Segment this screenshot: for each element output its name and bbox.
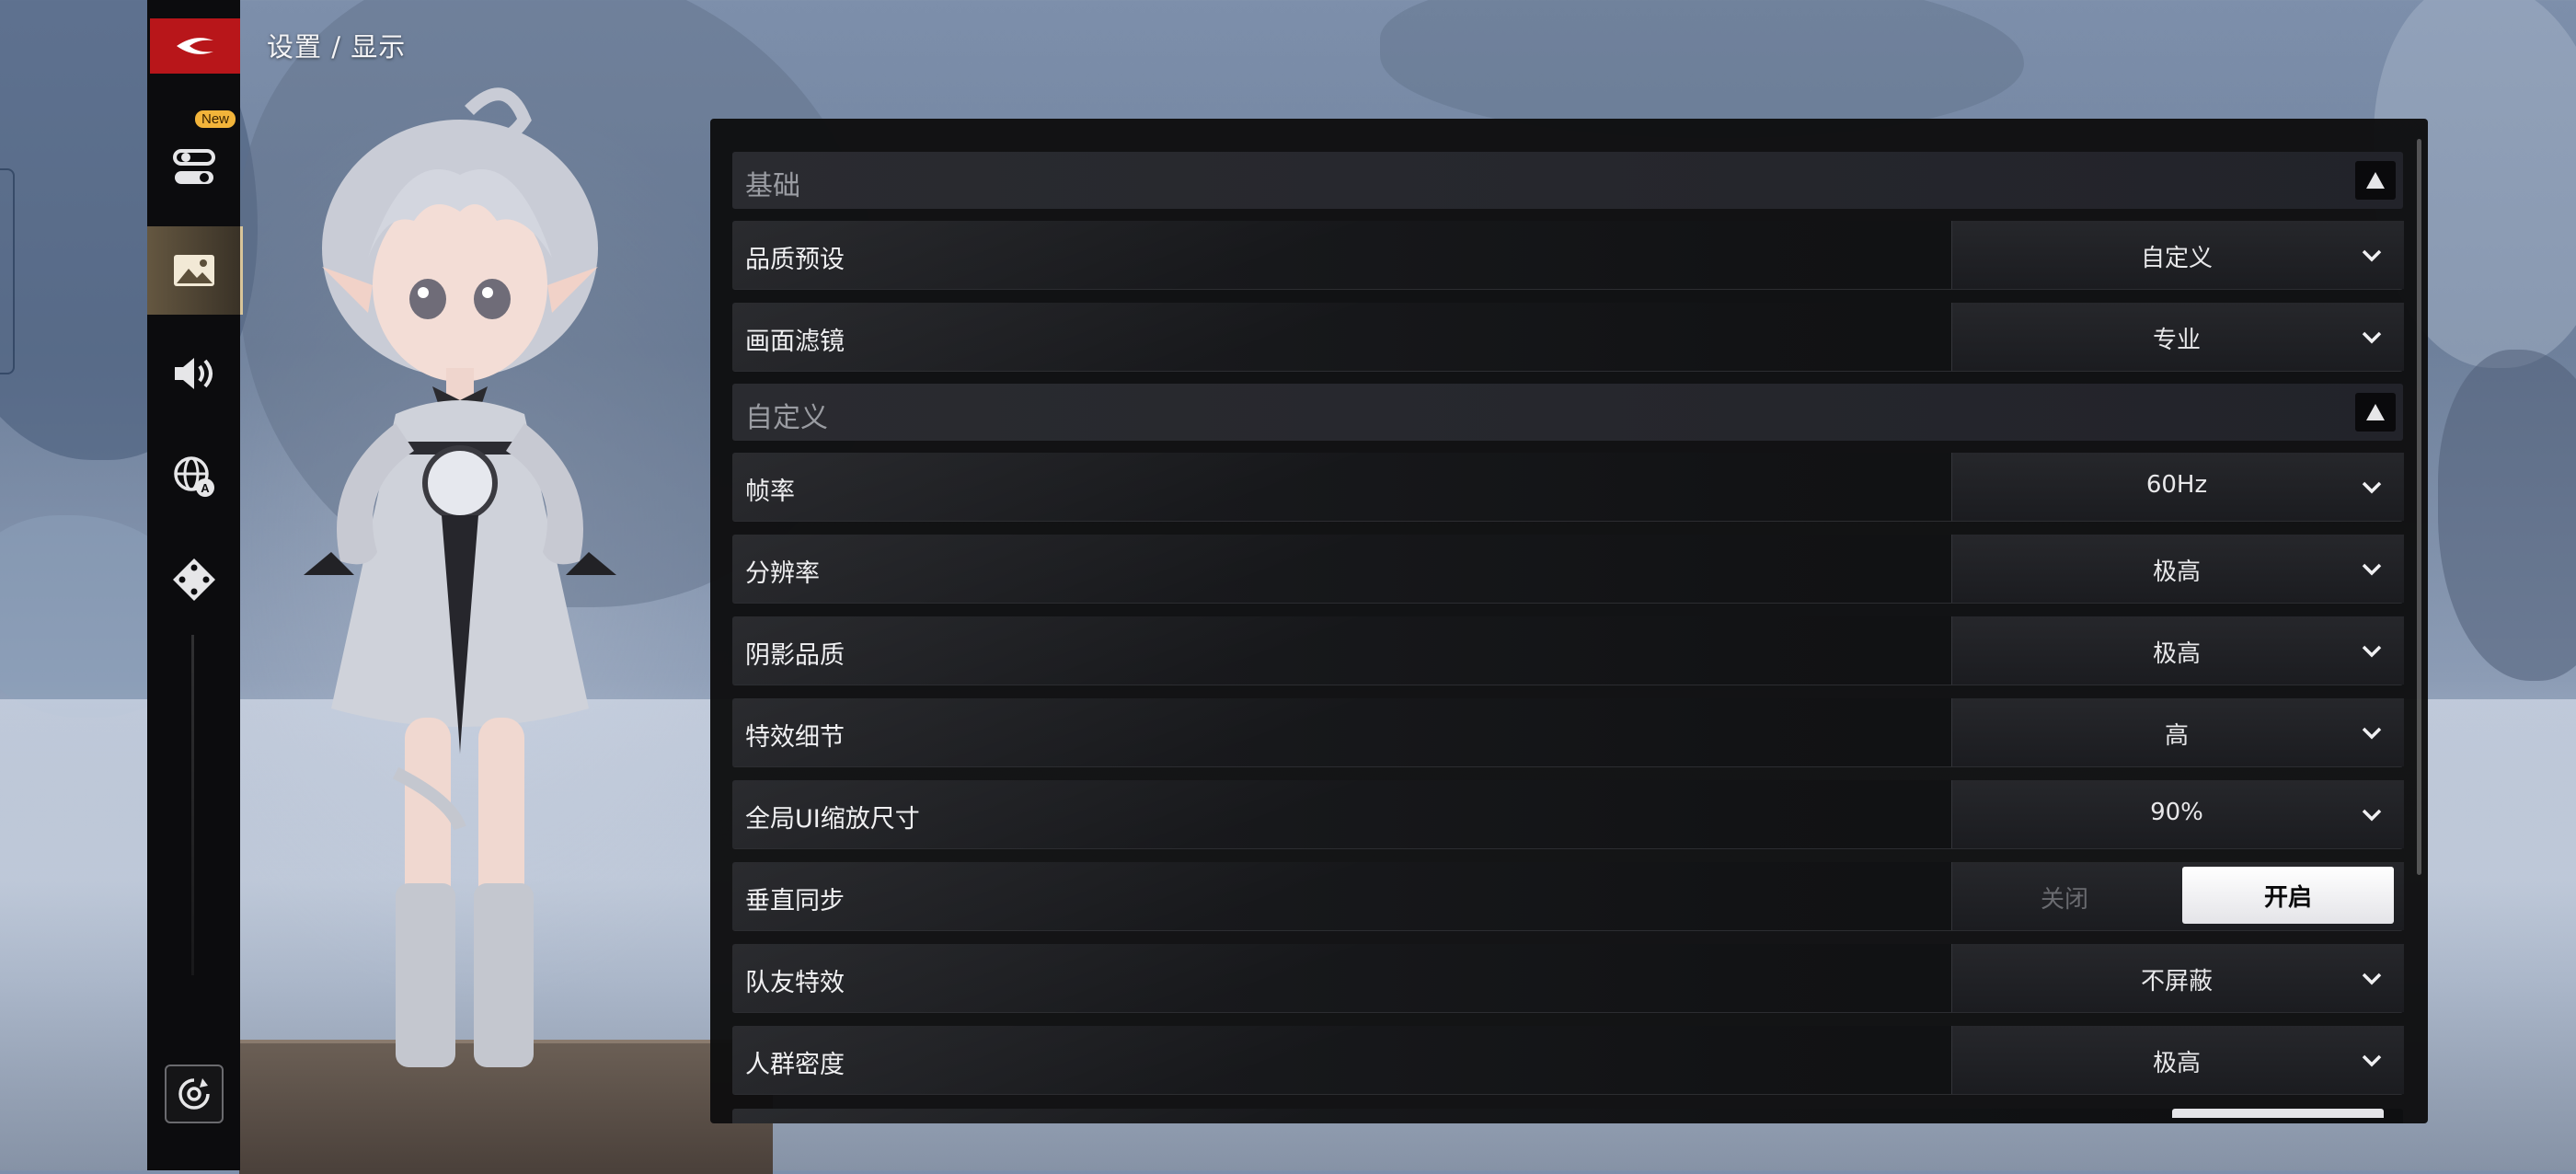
resolution-dropdown[interactable]: 极高 — [1951, 535, 2404, 603]
dropdown-value: 自定义 — [2140, 245, 2213, 272]
setting-row-shadow-quality: 阴影品质 极高 — [732, 616, 2404, 685]
screen-filter-dropdown[interactable]: 专业 — [1951, 303, 2404, 371]
setting-row-crowd-density: 人群密度 极高 — [732, 1026, 2404, 1095]
chevron-down-icon — [2362, 973, 2382, 985]
sidebar-item-general[interactable]: New — [147, 110, 240, 212]
setting-label: 分辨率 — [745, 559, 820, 588]
collapse-button[interactable] — [2355, 161, 2396, 200]
setting-label: 画面滤镜 — [745, 328, 845, 356]
game-logo-icon — [177, 38, 213, 54]
setting-row-ui-scale: 全局UI缩放尺寸 90% — [732, 780, 2404, 849]
setting-row-screen-filter: 画面滤镜 专业 — [732, 303, 2404, 372]
effects-detail-dropdown[interactable]: 高 — [1951, 698, 2404, 766]
quality-preset-dropdown[interactable]: 自定义 — [1951, 221, 2404, 289]
setting-row-partial — [732, 1109, 2403, 1123]
setting-row-teammate-effects: 队友特效 不屏蔽 — [732, 944, 2404, 1013]
character-figure — [304, 87, 616, 1067]
svg-text:A: A — [201, 481, 210, 495]
dropdown-value: 不屏蔽 — [2140, 968, 2213, 996]
dropdown-value: 极高 — [2152, 640, 2201, 668]
partial-toggle[interactable] — [2172, 1109, 2384, 1118]
edge-tab[interactable] — [0, 168, 15, 374]
collapse-button[interactable] — [2355, 393, 2396, 432]
chevron-down-icon — [2362, 331, 2382, 344]
section-title: 自定义 — [745, 402, 828, 434]
dropdown-value: 极高 — [2152, 1050, 2201, 1077]
dropdown-value: 专业 — [2152, 327, 2201, 354]
settings-sidebar: New A — [147, 0, 243, 1170]
chevron-down-icon — [2362, 563, 2382, 576]
setting-label: 全局UI缩放尺寸 — [745, 805, 920, 834]
section-title: 基础 — [745, 170, 800, 202]
setting-label: 品质预设 — [745, 246, 845, 274]
chevron-down-icon — [2362, 1054, 2382, 1067]
vsync-on-option[interactable]: 开启 — [2182, 867, 2394, 924]
setting-row-quality-preset: 品质预设 自定义 — [732, 221, 2404, 290]
globe-language-icon: A — [173, 456, 214, 497]
shadow-quality-dropdown[interactable]: 极高 — [1951, 616, 2404, 685]
sidebar-item-language[interactable]: A — [147, 432, 240, 521]
sidebar-item-audio[interactable] — [147, 329, 240, 418]
reset-button[interactable] — [165, 1065, 224, 1123]
section-custom: 自定义 — [732, 384, 2403, 441]
vsync-off-option[interactable]: 关闭 — [1952, 880, 2177, 915]
sidebar-item-display[interactable] — [147, 226, 243, 315]
triangle-up-icon — [2366, 404, 2385, 420]
ui-scale-dropdown[interactable]: 90% — [1951, 780, 2404, 848]
setting-row-effects-detail: 特效细节 高 — [732, 698, 2404, 767]
setting-label: 特效细节 — [745, 723, 845, 752]
setting-row-resolution: 分辨率 极高 — [732, 535, 2404, 604]
toggles-icon — [172, 149, 215, 184]
crowd-density-dropdown[interactable]: 极高 — [1951, 1026, 2404, 1094]
settings-panel: 基础 品质预设 自定义 画面滤镜 专业 自定义 帧率 60Hz 分辨率 极高 阴… — [710, 119, 2428, 1123]
dropdown-value: 极高 — [2152, 558, 2201, 586]
chevron-down-icon — [2362, 727, 2382, 740]
chevron-down-icon — [2362, 645, 2382, 658]
vsync-toggle: 关闭 开启 — [1951, 862, 2404, 930]
setting-label: 队友特效 — [745, 969, 845, 997]
gamepad-dpad-icon — [172, 558, 215, 601]
setting-label: 阴影品质 — [745, 641, 845, 670]
teammate-effects-dropdown[interactable]: 不屏蔽 — [1951, 944, 2404, 1012]
chevron-down-icon — [2362, 809, 2382, 822]
section-basic: 基础 — [732, 152, 2403, 209]
sidebar-scroll-track — [191, 635, 194, 975]
setting-row-frame-rate: 帧率 60Hz — [732, 453, 2404, 522]
frame-rate-dropdown[interactable]: 60Hz — [1951, 453, 2404, 521]
back-logo-button[interactable] — [150, 18, 240, 74]
setting-label: 人群密度 — [745, 1051, 845, 1079]
dropdown-value: 60Hz — [2145, 471, 2208, 499]
speaker-icon — [174, 358, 213, 389]
image-icon — [173, 255, 214, 286]
chevron-down-icon — [2362, 481, 2382, 494]
sidebar-item-controls[interactable] — [147, 535, 240, 624]
setting-label: 垂直同步 — [745, 887, 845, 915]
dropdown-value: 90% — [2150, 799, 2203, 826]
triangle-up-icon — [2366, 172, 2385, 189]
setting-label: 帧率 — [745, 478, 795, 506]
panel-scrollbar[interactable] — [2417, 139, 2421, 875]
chevron-down-icon — [2362, 249, 2382, 262]
new-badge: New — [195, 110, 236, 128]
breadcrumb: 设置 / 显示 — [267, 31, 407, 63]
setting-row-vsync: 垂直同步 关闭 开启 — [732, 862, 2404, 931]
dropdown-value: 高 — [2164, 722, 2189, 750]
reset-gear-icon — [178, 1078, 210, 1110]
